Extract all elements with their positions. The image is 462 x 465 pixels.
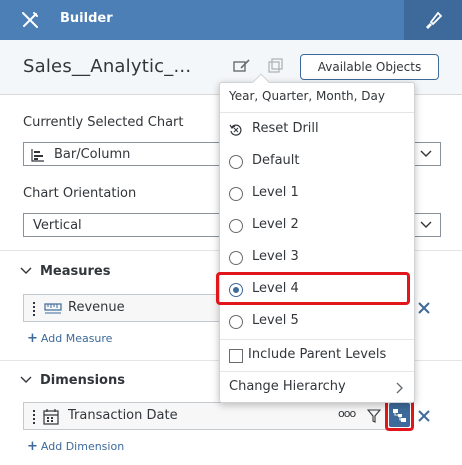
selected-chart-label: Currently Selected Chart [23,115,184,130]
dimensions-title: Dimensions [40,373,125,388]
chevron-down-icon [20,376,32,383]
measures-section-header[interactable]: Measures [20,264,111,279]
drag-handle-icon[interactable] [32,302,36,316]
level-option-1[interactable]: Level 1 [220,178,414,210]
chevron-right-icon [396,382,403,394]
drill-level-popover: Year, Quarter, Month, Day Reset Drill De… [219,73,415,404]
level-option-label: Level 3 [252,249,299,264]
reset-drill-item[interactable]: Reset Drill [220,114,414,146]
bar-chart-icon [31,149,44,162]
orientation-value: Vertical [33,218,82,233]
reset-drill-icon [229,124,242,136]
add-dimension-label: Add Dimension [40,440,125,453]
level-4-highlight [216,272,410,305]
level-option-3[interactable]: Level 3 [220,242,414,274]
remove-measure-icon[interactable] [416,300,432,316]
add-measure-label: Add Measure [40,332,113,345]
include-parent-levels-label: Include Parent Levels [248,347,387,362]
filter-icon[interactable] [367,409,381,423]
story-name: Sales__Analytic_... [23,56,192,77]
level-option-5[interactable]: Level 5 [220,306,414,338]
dimensions-section-header[interactable]: Dimensions [20,373,125,388]
dimension-label: Transaction Date [68,408,178,423]
chevron-down-icon [20,267,32,274]
change-hierarchy-item[interactable]: Change Hierarchy [220,372,414,404]
measure-icon [44,303,62,314]
checkbox[interactable] [229,349,243,363]
radio-button[interactable] [229,155,243,169]
remove-dimension-icon[interactable] [416,408,432,424]
level-option-label: Level 5 [252,313,299,328]
orientation-label: Chart Orientation [23,186,137,201]
radio-button[interactable] [229,251,243,265]
chevron-down-icon [420,150,432,157]
level-option-label: Level 2 [252,217,299,232]
drag-handle-icon[interactable] [32,410,36,424]
change-hierarchy-label: Change Hierarchy [229,379,346,394]
measures-title: Measures [40,264,111,279]
dimension-token[interactable]: Transaction Date ooo [23,402,387,430]
top-bar: Builder [0,0,462,40]
add-dimension-link[interactable]: + Add Dimension [27,439,124,454]
plus-icon: + [27,331,38,346]
reset-drill-label: Reset Drill [252,121,319,136]
chart-type-value: Bar/Column [54,147,131,162]
hierarchy-path: Year, Quarter, Month, Day [229,89,385,103]
measure-label: Revenue [68,300,125,315]
add-measure-link[interactable]: + Add Measure [27,331,112,346]
level-option-label: Level 1 [252,185,299,200]
radio-button[interactable] [229,315,243,329]
include-parent-levels-item[interactable]: Include Parent Levels [220,340,414,372]
panel-title: Builder [60,11,113,26]
copy-icon[interactable] [268,58,284,74]
level-option-2[interactable]: Level 2 [220,210,414,242]
tools-icon[interactable] [20,10,40,30]
level-option-default[interactable]: Default [220,146,414,178]
chevron-down-icon [420,221,432,228]
divider [220,112,414,113]
paint-brush-icon [426,11,443,29]
styling-panel-button[interactable] [404,0,462,40]
calendar-icon [43,409,59,425]
edit-icon[interactable] [233,58,251,74]
more-options-icon[interactable]: ooo [338,407,356,420]
radio-button[interactable] [229,187,243,201]
plus-icon: + [27,439,38,454]
available-objects-button[interactable]: Available Objects [300,54,439,80]
level-option-label: Default [252,153,300,168]
radio-button[interactable] [229,219,243,233]
